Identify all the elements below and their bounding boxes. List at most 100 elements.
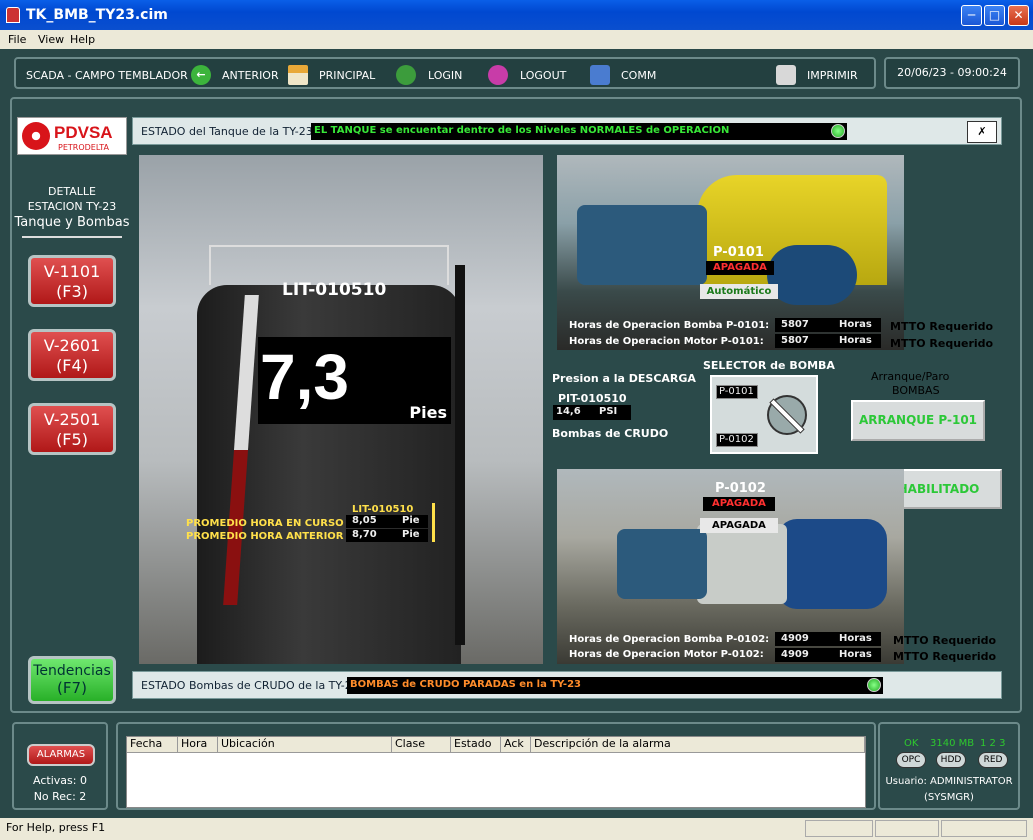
- status-pane-3: [941, 820, 1027, 837]
- sidebar-btn-v2501[interactable]: V-2501 (F5): [28, 403, 116, 455]
- minimize-button[interactable]: ─: [961, 5, 982, 26]
- col-fecha[interactable]: Fecha: [127, 737, 178, 752]
- col-ubicacion[interactable]: Ubicación: [218, 737, 392, 752]
- pdvsa-logo: PDVSA PETRODELTA: [17, 117, 127, 155]
- help-text: For Help, press F1: [6, 821, 106, 834]
- tendencias-button[interactable]: Tendencias (F7): [28, 656, 116, 704]
- avg-prev-label: PROMEDIO HORA ANTERIOR: [186, 531, 344, 542]
- discharge-display: 14,6 PSI: [553, 405, 631, 420]
- alarm-norec: No Rec: 2: [33, 790, 87, 803]
- btn-label: Tendencias: [33, 663, 111, 679]
- pump2-hmotor-label: Horas de Operacion Motor P-0102:: [569, 649, 764, 660]
- hdd-indicator[interactable]: HDD: [936, 752, 966, 768]
- sidebar-btn-v2601[interactable]: V-2601 (F4): [28, 329, 116, 381]
- app-name: SCADA - CAMPO TEMBLADOR: [26, 69, 188, 82]
- avg-bracket: [432, 503, 435, 542]
- pump1-hbomba-display: 5807 Horas: [775, 318, 881, 332]
- pump2-hbomba-label: Horas de Operacion Bomba P-0102:: [569, 634, 770, 645]
- selector-opt2: P-0102: [716, 433, 758, 447]
- discharge-title: Presion a la DESCARGA: [552, 372, 696, 385]
- pump1-hmotor-unit: Horas: [839, 335, 872, 346]
- selector-knob-icon: [767, 395, 807, 435]
- pump2-mtto-1: MTTO Requerido: [893, 634, 997, 647]
- alarm-list[interactable]: Fecha Hora Ubicación Clase Estado Ack De…: [126, 736, 866, 808]
- pump2-hmotor-display: 4909 Horas: [775, 648, 881, 662]
- sidebar-btn-v1101[interactable]: V-1101 (F3): [28, 255, 116, 307]
- pump1-state: APAGADA: [706, 261, 774, 275]
- pump1-motor: [767, 245, 857, 305]
- pump-selector[interactable]: P-0101 P-0102: [710, 375, 818, 454]
- discharge-sub: Bombas de CRUDO: [552, 427, 669, 440]
- pump2-coupling: [697, 524, 787, 604]
- tank-pipe: [455, 265, 465, 645]
- sidebar-divider: [22, 236, 122, 238]
- pump-status-bar: ESTADO Bombas de CRUDO de la TY-23: BOMB…: [132, 671, 1002, 699]
- tank-railing: [209, 245, 449, 285]
- selector-title: SELECTOR de BOMBA: [703, 359, 835, 372]
- pump2-hmotor-unit: Horas: [839, 649, 872, 660]
- pump2-mtto-2: MTTO Requerido: [893, 650, 997, 663]
- avg-prev-display: 8,70 Pie: [346, 529, 428, 542]
- opc-indicator[interactable]: OPC: [896, 752, 926, 768]
- menu-view[interactable]: View: [38, 33, 64, 46]
- crane-icon[interactable]: ✗: [967, 121, 997, 143]
- pump2-tag: P-0102: [715, 481, 766, 496]
- user-group: (SYSMGR): [924, 792, 974, 803]
- nav-login[interactable]: LOGIN: [428, 69, 462, 82]
- nav-principal[interactable]: PRINCIPAL: [319, 69, 375, 82]
- menu-help[interactable]: Help: [70, 33, 95, 46]
- pump1-hmotor-label: Horas de Operacion Motor P-0101:: [569, 336, 764, 347]
- nav-logout[interactable]: LOGOUT: [520, 69, 566, 82]
- avg-curr-unit: Pie: [402, 515, 420, 526]
- col-clase[interactable]: Clase: [392, 737, 451, 752]
- pump1-mtto-1: MTTO Requerido: [890, 320, 994, 333]
- pump2-hbomba-value: 4909: [781, 633, 809, 644]
- nav-comm[interactable]: COMM: [621, 69, 656, 82]
- pump1-hbomba-value: 5807: [781, 319, 809, 330]
- pump2-hbomba-unit: Horas: [839, 633, 872, 644]
- pump-status-value: BOMBAS de CRUDO PARADAS en la TY-23: [350, 679, 581, 690]
- opc-status: OK: [904, 738, 919, 749]
- nav-imprimir[interactable]: IMPRIMIR: [807, 69, 858, 82]
- nav-anterior[interactable]: ANTERIOR: [222, 69, 279, 82]
- pump1-hbomba-label: Horas de Operacion Bomba P-0101:: [569, 320, 770, 331]
- pump2-hmotor-value: 4909: [781, 649, 809, 660]
- menu-file[interactable]: File: [8, 33, 26, 46]
- col-hora[interactable]: Hora: [178, 737, 218, 752]
- close-button[interactable]: ✕: [1008, 5, 1029, 26]
- arranque-button[interactable]: ARRANQUE P-101: [851, 400, 985, 441]
- tank-level-value: 7,3: [260, 341, 349, 413]
- alarm-table: Fecha Hora Ubicación Clase Estado Ack De…: [116, 722, 876, 810]
- pump1-hbomba-unit: Horas: [839, 319, 872, 330]
- pump2-hbomba-display: 4909 Horas: [775, 632, 881, 646]
- btn-label: V-1101: [43, 262, 101, 281]
- pump2-body: [617, 529, 707, 599]
- datetime: 20/06/23 - 09:00:24: [884, 57, 1020, 89]
- col-descripcion[interactable]: Descripción de la alarma: [531, 737, 865, 752]
- pump2-state-2: APAGADA: [700, 518, 778, 533]
- maximize-button[interactable]: □: [984, 5, 1005, 26]
- pump-status-field: BOMBAS de CRUDO PARADAS en la TY-23: [347, 677, 883, 694]
- alarmas-button[interactable]: ALARMAS: [27, 744, 95, 766]
- back-arrow-icon: ←: [191, 65, 211, 85]
- btn-key: (F4): [56, 356, 88, 375]
- avg-tag: LIT-010510: [352, 504, 414, 515]
- pump1-hmotor-display: 5807 Horas: [775, 334, 881, 348]
- sidebar-detalle: DETALLE: [47, 185, 97, 198]
- col-estado[interactable]: Estado: [451, 737, 501, 752]
- pdvsa-emblem-icon: [22, 122, 50, 150]
- col-ack[interactable]: Ack: [501, 737, 531, 752]
- sidebar-estacion: ESTACION TY-23: [27, 200, 117, 213]
- pump-status-label: ESTADO Bombas de CRUDO de la TY-23:: [141, 679, 363, 692]
- red-indicator[interactable]: RED: [978, 752, 1008, 768]
- pump2-motor: [777, 519, 887, 609]
- avg-prev-unit: Pie: [402, 529, 420, 540]
- nav-bar: SCADA - CAMPO TEMBLADOR ← ANTERIOR PRINC…: [14, 57, 876, 89]
- btn-key: (F7): [57, 679, 87, 697]
- pump1-mode: Automático: [700, 284, 778, 299]
- tank-status-value: EL TANQUE se encuentar dentro de los Niv…: [314, 125, 730, 136]
- menu-bar: File View Help: [0, 30, 1033, 49]
- tank-tag: LIT-010510: [282, 280, 387, 300]
- status-pane-1: [805, 820, 873, 837]
- system-status: OK 3140 MB 1 2 3 OPC HDD RED Usuario: AD…: [878, 722, 1020, 810]
